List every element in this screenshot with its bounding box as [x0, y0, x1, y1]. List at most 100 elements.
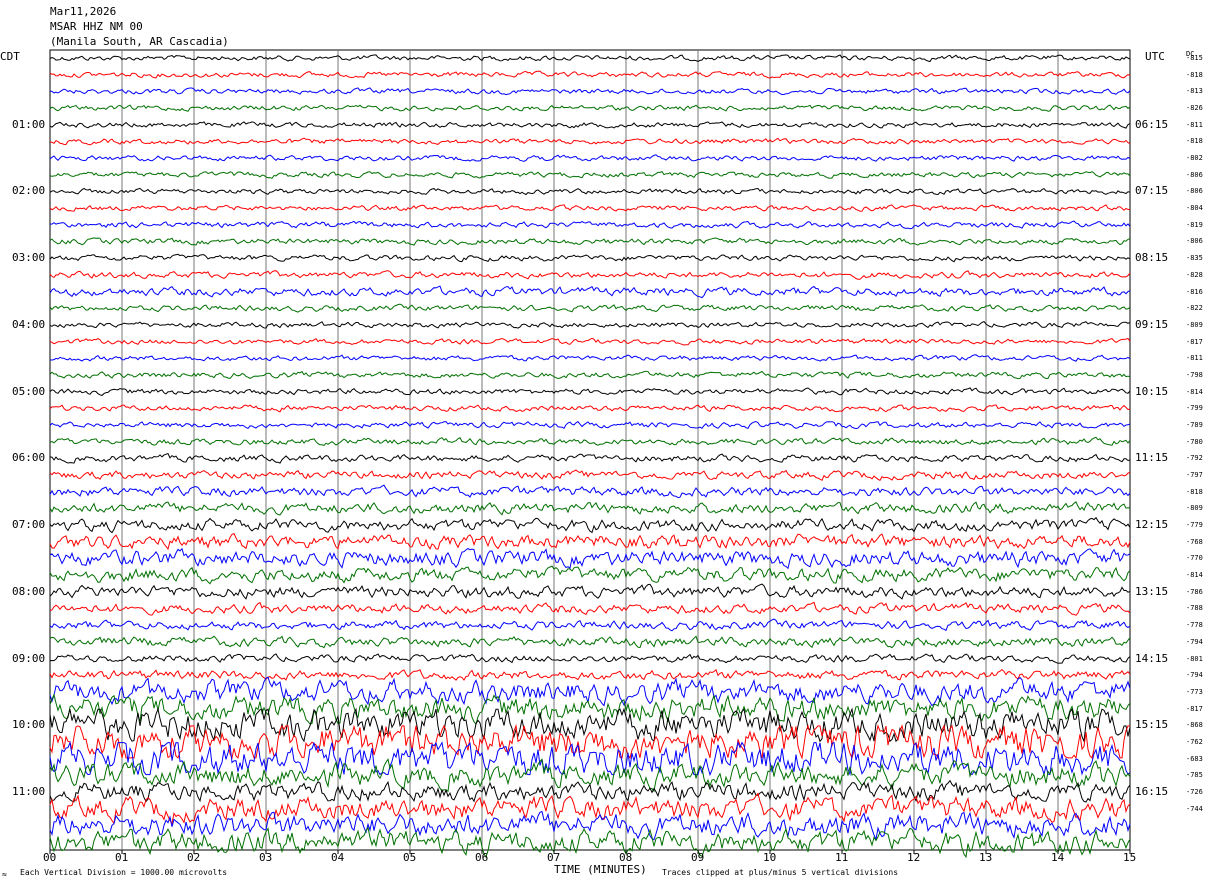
- dc-offset-label: -778: [1186, 621, 1203, 630]
- seismic-trace: [49, 532, 1131, 551]
- dc-offset-label: -806: [1186, 237, 1203, 246]
- right-hour-label: 07:15: [1135, 184, 1169, 198]
- seismic-trace: [49, 810, 1131, 841]
- seismic-trace: [49, 270, 1131, 280]
- seismic-trace: [49, 420, 1131, 430]
- dc-offset-label: -762: [1186, 737, 1203, 746]
- dc-offset-label: -811: [1186, 354, 1203, 363]
- right-hour-label: 13:15: [1135, 584, 1169, 598]
- left-hour-label: 10:00: [12, 718, 46, 732]
- dc-offset-label: -792: [1186, 454, 1203, 463]
- dc-offset-label: -813: [1186, 87, 1203, 96]
- dc-offset-label: -726: [1186, 787, 1203, 796]
- seismic-trace: [49, 693, 1131, 726]
- x-axis-label: TIME (MINUTES): [554, 863, 647, 876]
- seismic-trace: [50, 354, 1131, 362]
- seismic-trace: [49, 469, 1131, 482]
- dc-offset-label: -818: [1186, 70, 1203, 79]
- dc-offset-label: -789: [1186, 420, 1203, 429]
- seismic-trace: [49, 237, 1131, 246]
- dc-offset-label: -817: [1186, 704, 1203, 713]
- seismic-trace: [49, 154, 1131, 162]
- left-hour-label: 04:00: [12, 317, 46, 331]
- dc-offset-label: -826: [1186, 104, 1203, 113]
- dc-offset-label: -806: [1186, 187, 1203, 196]
- dc-offset-label: -815: [1186, 54, 1203, 62]
- dc-offset-label: -768: [1186, 537, 1203, 546]
- seismic-trace: [49, 583, 1131, 600]
- seismic-trace: [49, 436, 1131, 446]
- seismic-trace: [49, 740, 1131, 777]
- dc-offset-label: -809: [1186, 320, 1203, 329]
- seismic-trace: [49, 676, 1131, 707]
- right-hour-label: 11:15: [1135, 451, 1169, 465]
- x-tick-label: 00: [43, 851, 57, 864]
- dc-offset-label: -822: [1186, 304, 1203, 313]
- x-tick-label: 10: [763, 851, 777, 864]
- right-hour-label: 09:15: [1135, 317, 1169, 331]
- seismic-trace: [49, 54, 1131, 63]
- clip-note: Traces clipped at plus/minus 5 vertical …: [662, 868, 899, 877]
- dc-offset-label: -788: [1186, 604, 1203, 613]
- x-tick-label: 06: [475, 851, 489, 864]
- x-tick-label: 15: [1123, 851, 1137, 864]
- scale-note: Each Vertical Division = 1000.00 microvo…: [20, 868, 228, 877]
- x-tick-label: 01: [115, 851, 129, 864]
- dc-offset-label: -835: [1186, 254, 1203, 263]
- dc-offset-label: -868: [1186, 721, 1203, 730]
- seismic-trace: [49, 187, 1131, 196]
- seismic-trace: [49, 547, 1131, 570]
- dc-offset-label: -799: [1186, 404, 1203, 413]
- right-hour-label: 10:15: [1135, 384, 1169, 398]
- seismic-trace: [49, 370, 1131, 380]
- right-hour-label: 12:15: [1135, 518, 1169, 532]
- dc-offset-label: -818: [1186, 487, 1203, 496]
- seismic-trace: [49, 635, 1131, 649]
- x-tick-label: 03: [259, 851, 273, 864]
- seismic-trace: [49, 220, 1131, 230]
- left-hour-label: 11:00: [12, 784, 46, 798]
- dc-offset-label: -786: [1186, 587, 1203, 596]
- dc-offset-label: -798: [1186, 370, 1203, 379]
- dc-offset-label: -806: [1186, 170, 1203, 179]
- seismic-trace: [49, 337, 1131, 346]
- dc-offset-label: -814: [1186, 387, 1203, 396]
- dc-offset-label: -770: [1186, 554, 1203, 563]
- left-hour-label: 02:00: [12, 184, 46, 198]
- x-tick-label: 09: [691, 851, 705, 864]
- seismic-trace: [49, 484, 1131, 499]
- seismic-trace: [49, 285, 1131, 299]
- dc-offset-label: -801: [1186, 654, 1203, 663]
- x-tick-label: 14: [1051, 851, 1065, 864]
- dc-offset-label: -811: [1186, 120, 1203, 129]
- seismic-trace: [49, 404, 1131, 413]
- dc-offset-label: -797: [1186, 471, 1203, 480]
- seismic-trace: [49, 170, 1131, 179]
- dc-offset-label: -816: [1186, 287, 1203, 296]
- dc-offset-label: -744: [1186, 804, 1203, 813]
- left-hour-label: 08:00: [12, 584, 46, 598]
- left-hour-label: 07:00: [12, 518, 46, 532]
- dc-offset-label: -814: [1186, 571, 1203, 580]
- seismic-trace: [49, 565, 1131, 585]
- right-hour-label: 06:15: [1135, 117, 1169, 131]
- seismic-trace: [49, 601, 1131, 616]
- left-hour-label: 05:00: [12, 384, 46, 398]
- left-hour-label: 06:00: [12, 451, 46, 465]
- dc-offset-label: -818: [1186, 137, 1203, 146]
- dc-offset-label: -802: [1186, 154, 1203, 163]
- seismic-trace: [49, 137, 1131, 146]
- dc-offset-label: -819: [1186, 220, 1203, 229]
- x-tick-label: 13: [979, 851, 993, 864]
- left-hour-label: 01:00: [12, 117, 46, 131]
- x-tick-label: 04: [331, 851, 345, 864]
- right-hour-label: 15:15: [1135, 718, 1169, 732]
- x-tick-label: 05: [403, 851, 417, 864]
- x-tick-label: 12: [907, 851, 921, 864]
- dc-offset-label: -817: [1186, 337, 1203, 346]
- x-tick-label: 11: [835, 851, 849, 864]
- seismic-trace: [49, 121, 1131, 129]
- dc-offset-label: -683: [1186, 754, 1203, 763]
- right-hour-label: 08:15: [1135, 251, 1169, 265]
- corner-mark: ≈: [2, 870, 7, 879]
